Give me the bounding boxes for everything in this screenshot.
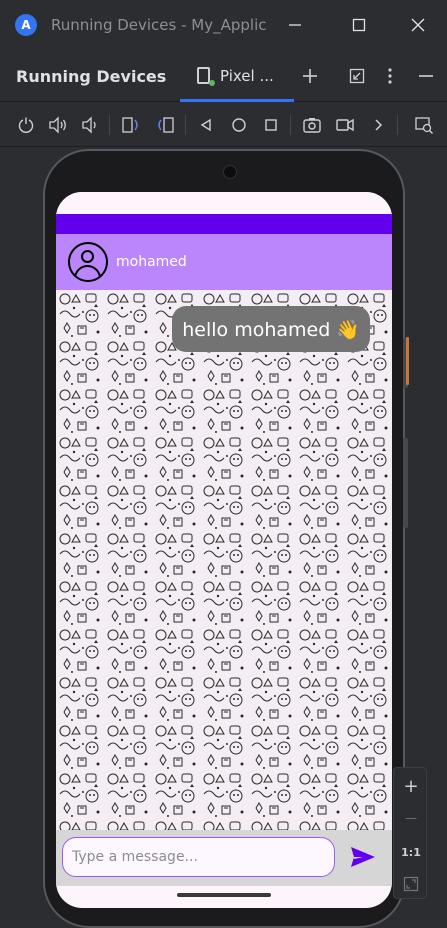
rotate-right-icon	[158, 117, 174, 133]
toolbar-divider	[290, 115, 291, 135]
window-title-bar: A Running Devices - My_Applic	[0, 0, 447, 50]
fit-screen-button[interactable]	[396, 870, 426, 898]
zoom-in-icon: +	[403, 775, 419, 797]
message-input[interactable]	[62, 837, 335, 877]
add-device-button[interactable]	[296, 62, 324, 90]
send-button[interactable]	[348, 843, 378, 871]
android-studio-icon: A	[15, 14, 37, 36]
phone-screen[interactable]: mohamed hello mohamed 👋 Type a message..…	[56, 192, 392, 908]
toolbar-divider	[109, 115, 110, 135]
back-icon	[200, 118, 211, 132]
power-icon	[18, 117, 34, 133]
person-body	[74, 265, 101, 280]
close-window-button[interactable]	[403, 10, 433, 40]
tab-label: Pixel ...	[220, 67, 274, 85]
volume-up-icon	[49, 116, 66, 134]
chevron-right-icon	[375, 119, 383, 131]
gesture-nav-handle[interactable]	[177, 893, 271, 897]
minimize-icon	[289, 24, 301, 26]
message-bubble[interactable]: hello mohamed 👋	[172, 306, 370, 352]
phone-volume-key	[403, 438, 408, 528]
overview-button[interactable]	[257, 111, 285, 139]
restore-layout-button[interactable]	[343, 62, 371, 90]
chat-background: hello mohamed 👋	[56, 290, 392, 830]
power-button[interactable]	[12, 111, 40, 139]
rotate-left-icon	[122, 117, 138, 133]
window-title: Running Devices - My_Applic	[51, 16, 267, 34]
screen-record-button[interactable]	[331, 111, 359, 139]
close-icon	[411, 18, 425, 32]
maximize-button[interactable]	[344, 10, 374, 40]
zoom-in-button[interactable]: +	[396, 772, 426, 800]
rotate-left-button[interactable]	[117, 111, 145, 139]
tab-pixel-device[interactable]: Pixel ...	[180, 50, 294, 102]
message-input-bar	[56, 830, 392, 886]
chat-header: mohamed	[56, 234, 392, 290]
overview-icon	[265, 119, 277, 131]
zoom-out-icon: —	[405, 811, 417, 825]
tool-window-header: Running Devices Pixel ...	[0, 50, 447, 102]
options-menu-button[interactable]	[376, 62, 404, 90]
camera-icon	[303, 118, 321, 133]
tool-window-title: Running Devices	[16, 67, 167, 86]
plus-icon	[303, 69, 317, 83]
volume-down-icon	[82, 116, 96, 134]
device-toolbar	[0, 103, 447, 147]
send-icon	[351, 847, 375, 867]
minimize-panel-icon	[419, 75, 433, 77]
toolbar-divider	[185, 115, 186, 135]
device-explorer-icon	[415, 117, 433, 134]
zoom-out-button[interactable]: —	[396, 804, 426, 832]
zoom-controls: + — 1:1	[393, 767, 427, 899]
fit-screen-icon	[403, 876, 419, 892]
restore-icon	[349, 68, 365, 84]
hide-button[interactable]	[412, 62, 440, 90]
rotate-right-button[interactable]	[151, 111, 179, 139]
home-icon	[232, 118, 246, 132]
message-text: hello mohamed 👋	[182, 318, 360, 341]
screenshot-button[interactable]	[298, 111, 326, 139]
front-camera	[223, 165, 237, 179]
volume-up-button[interactable]	[44, 111, 72, 139]
online-status-icon	[209, 80, 215, 86]
toolbar-divider	[397, 115, 398, 135]
more-actions-button[interactable]	[364, 111, 392, 139]
maximize-icon	[352, 18, 366, 32]
more-vertical-icon	[388, 68, 392, 84]
contact-name: mohamed	[116, 254, 187, 270]
active-tab-indicator	[180, 99, 294, 102]
actual-size-label: 1:1	[401, 845, 421, 859]
doodle-pattern	[56, 290, 392, 830]
video-icon	[336, 118, 354, 132]
back-button[interactable]	[192, 111, 220, 139]
avatar[interactable]	[68, 242, 108, 282]
home-button[interactable]	[225, 111, 253, 139]
scroll-indicator	[406, 337, 409, 385]
device-explorer-button[interactable]	[410, 111, 438, 139]
volume-down-button[interactable]	[76, 111, 104, 139]
minimize-button[interactable]	[280, 10, 310, 40]
app-status-strip	[56, 214, 392, 234]
person-head	[81, 250, 94, 263]
phone-icon	[197, 67, 210, 84]
status-bar	[56, 192, 392, 214]
actual-size-button[interactable]: 1:1	[396, 838, 426, 866]
